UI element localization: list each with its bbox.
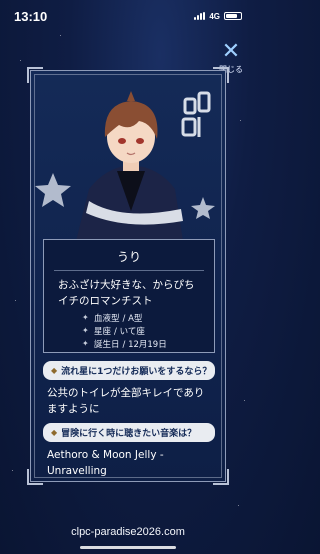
logo-emblem xyxy=(181,91,211,137)
close-icon: ✕ xyxy=(221,39,241,64)
star-icon: ✦ xyxy=(82,339,89,348)
question-block-music: ◆ 冒険に行く時に聴きたい音楽は？ Aethoro & Moon Jelly -… xyxy=(43,423,215,479)
question-block-wish: ◆ 流れ星に1つだけお願いをするなら？ 公共のトイレが全部キレイでありますように xyxy=(43,361,215,417)
corner-ornament xyxy=(27,469,43,485)
signal-icon xyxy=(194,12,206,20)
diamond-icon: ◆ xyxy=(51,428,58,437)
info-label: 血液型 xyxy=(94,313,120,324)
diamond-icon: ◆ xyxy=(51,366,58,375)
info-label: 星座 xyxy=(94,326,112,337)
answer-text: 公共のトイレが全部キレイでありますように xyxy=(47,387,205,415)
info-row-zodiac: ✦ 星座 / いて座 xyxy=(44,324,214,337)
profile-info-box: うり おふざけ大好きな、からぴちイチのロマンチスト ✦ 血液型 / A型 ✦ 星… xyxy=(43,239,215,353)
star-decoration xyxy=(35,173,71,207)
star-icon: ✦ xyxy=(82,313,89,322)
answer-text: Aethoro & Moon Jelly - Unravelling xyxy=(47,449,164,477)
question-heading: ◆ 流れ星に1つだけお願いをするなら？ xyxy=(43,361,215,380)
star-icon: ✦ xyxy=(82,326,89,335)
character-tagline: おふざけ大好きな、からぴちイチのロマンチスト xyxy=(58,279,195,307)
info-row-birthday: ✦ 誕生日 / 12月19日 xyxy=(44,337,214,350)
home-indicator[interactable] xyxy=(80,546,176,549)
character-name: うり xyxy=(54,240,204,271)
network-label: 4G xyxy=(209,11,220,21)
character-portrait xyxy=(35,91,215,241)
question-text: 冒険に行く時に聴きたい音楽は？ xyxy=(61,429,197,439)
status-indicators: 4G xyxy=(194,12,242,21)
question-text: 流れ星に1つだけお願いをするなら？ xyxy=(61,367,212,377)
info-value: / いて座 xyxy=(114,326,145,337)
question-heading: ◆ 冒険に行く時に聴きたい音楽は？ xyxy=(43,423,215,442)
info-row-blood-type: ✦ 血液型 / A型 xyxy=(44,311,214,324)
info-value: / A型 xyxy=(122,313,143,324)
star-decoration xyxy=(191,197,215,219)
battery-icon xyxy=(224,12,242,20)
profile-card: うり おふざけ大好きな、からぴちイチのロマンチスト ✦ 血液型 / A型 ✦ 星… xyxy=(27,67,229,485)
status-bar: 13:10 4G xyxy=(0,0,256,32)
site-url[interactable]: clpc-paradise2026.com xyxy=(0,526,256,538)
info-label: 誕生日 xyxy=(94,339,120,350)
corner-ornament xyxy=(213,469,229,485)
info-value: / 12月19日 xyxy=(122,339,167,350)
status-time: 13:10 xyxy=(14,8,48,24)
